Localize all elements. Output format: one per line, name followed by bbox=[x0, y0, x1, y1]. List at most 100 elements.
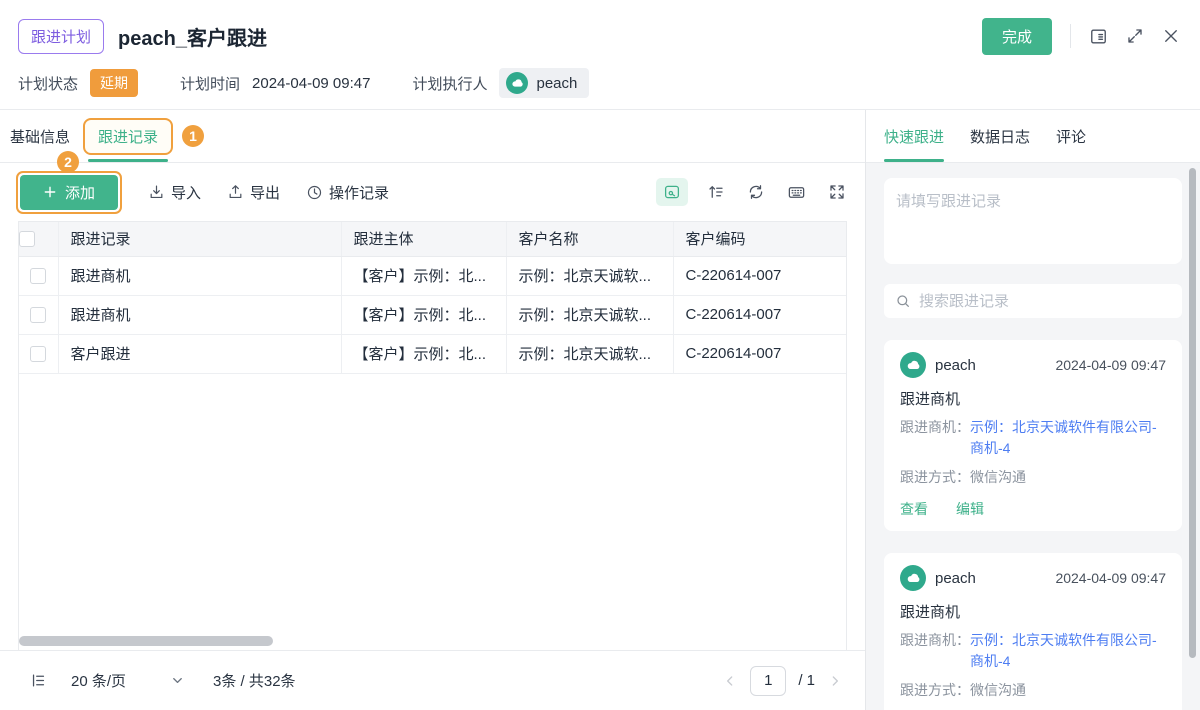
executor-pill[interactable]: peach bbox=[499, 68, 589, 98]
close-icon[interactable] bbox=[1162, 27, 1180, 45]
tab-comments[interactable]: 评论 bbox=[1056, 110, 1086, 162]
edit-link[interactable]: 编辑 bbox=[956, 499, 984, 519]
search-input[interactable] bbox=[919, 293, 1171, 310]
active-tab-underline bbox=[884, 159, 944, 162]
status-label: 计划状态 bbox=[18, 73, 78, 94]
row-checkbox[interactable] bbox=[30, 346, 46, 362]
cell-record-name[interactable]: 跟进商机 bbox=[58, 295, 341, 334]
done-button[interactable]: 完成 bbox=[982, 18, 1052, 55]
opportunity-link[interactable]: 示例：北京天诚软件有限公司-商机-4 bbox=[970, 417, 1166, 459]
add-button-annotation-box: 添加 bbox=[16, 171, 122, 214]
fullscreen-icon[interactable] bbox=[825, 180, 849, 204]
table-row[interactable]: 客户跟进 【客户】示例：北... 示例：北京天诚软... C-220614-00… bbox=[19, 334, 846, 373]
detail-panel-icon[interactable] bbox=[1089, 27, 1108, 46]
plan-type-badge: 跟进计划 bbox=[18, 19, 104, 54]
column-header[interactable]: 跟进主体 bbox=[341, 222, 506, 256]
clock-icon bbox=[306, 184, 323, 201]
table-footer: 20 条/页 3条 / 共32条 1 / 1 bbox=[0, 650, 865, 710]
export-button[interactable]: 导出 bbox=[227, 182, 280, 203]
page-title: peach_客户跟进 bbox=[118, 22, 267, 51]
page-size-icon[interactable] bbox=[30, 672, 47, 689]
panel-body: peach 2024-04-09 09:47 跟进商机 跟进商机： 示例：北京天… bbox=[866, 163, 1200, 710]
table-row[interactable]: 跟进商机 【客户】示例：北... 示例：北京天诚软... C-220614-00… bbox=[19, 295, 846, 334]
refresh-icon[interactable] bbox=[744, 180, 768, 204]
select-all-checkbox[interactable] bbox=[19, 231, 35, 247]
page-size-select[interactable]: 20 条/页 bbox=[71, 670, 126, 691]
cell-customer-code: C-220614-007 bbox=[673, 295, 846, 334]
side-panel: 快速跟进 数据日志 评论 bbox=[866, 110, 1200, 710]
column-header[interactable]: 客户编码 bbox=[673, 222, 846, 256]
export-icon bbox=[227, 184, 244, 201]
operation-log-button[interactable]: 操作记录 bbox=[306, 182, 389, 203]
add-button[interactable]: 添加 bbox=[20, 175, 118, 210]
tab-follow-records[interactable]: 跟进记录 bbox=[83, 118, 173, 155]
follow-record-card: peach 2024-04-09 09:47 跟进商机 跟进商机： 示例：北京天… bbox=[884, 340, 1182, 531]
cell-subject: 【客户】示例：北... bbox=[341, 295, 506, 334]
header: 跟进计划 peach_客户跟进 完成 计划状态 延期 计划时间 2024-04-… bbox=[0, 0, 1200, 110]
follow-record-textarea[interactable] bbox=[884, 178, 1182, 264]
annotation-step-2: 2 bbox=[57, 151, 79, 173]
page-number-input[interactable]: 1 bbox=[750, 666, 786, 696]
user-avatar bbox=[900, 565, 926, 591]
cell-record-name[interactable]: 客户跟进 bbox=[58, 334, 341, 373]
panel-tabbar: 快速跟进 数据日志 评论 bbox=[866, 110, 1200, 163]
horizontal-scrollbar[interactable] bbox=[19, 636, 273, 646]
quick-note-card bbox=[884, 178, 1182, 264]
chevron-down-icon[interactable] bbox=[170, 673, 185, 688]
follow-record-card: peach 2024-04-09 09:47 跟进商机 跟进商机： 示例：北京天… bbox=[884, 553, 1182, 710]
plan-meta-row: 计划状态 延期 计划时间 2024-04-09 09:47 计划执行人 peac… bbox=[18, 68, 1180, 98]
table-header-row: 跟进记录 跟进主体 客户名称 客户编码 bbox=[19, 222, 846, 256]
prev-page-icon[interactable] bbox=[722, 673, 738, 689]
records-table: 跟进记录 跟进主体 客户名称 客户编码 跟进商机 【客户】示例：北... 示例：… bbox=[18, 221, 847, 650]
tab-quick-follow[interactable]: 快速跟进 bbox=[884, 110, 944, 162]
cell-customer-name: 示例：北京天诚软... bbox=[506, 295, 673, 334]
cell-customer-name: 示例：北京天诚软... bbox=[506, 256, 673, 295]
main-area: 基础信息 跟进记录 1 2 添加 导入 bbox=[0, 110, 866, 710]
table-row[interactable]: 跟进商机 【客户】示例：北... 示例：北京天诚软... C-220614-00… bbox=[19, 256, 846, 295]
time-label: 计划时间 bbox=[180, 73, 240, 94]
cell-customer-code: C-220614-007 bbox=[673, 256, 846, 295]
search-box bbox=[884, 284, 1182, 318]
card-view-toggle-icon[interactable] bbox=[656, 178, 688, 206]
active-tab-underline bbox=[88, 159, 168, 162]
card-timestamp: 2024-04-09 09:47 bbox=[1055, 570, 1166, 586]
cell-subject: 【客户】示例：北... bbox=[341, 256, 506, 295]
column-header[interactable]: 跟进记录 bbox=[58, 222, 341, 256]
plus-icon bbox=[43, 185, 57, 199]
follow-up-plan-window: 跟进计划 peach_客户跟进 完成 计划状态 延期 计划时间 2024-04-… bbox=[0, 0, 1200, 710]
executor-name: peach bbox=[536, 75, 577, 92]
next-page-icon[interactable] bbox=[827, 673, 843, 689]
cell-subject: 【客户】示例：北... bbox=[341, 334, 506, 373]
row-checkbox[interactable] bbox=[30, 268, 46, 284]
card-username: peach bbox=[935, 357, 976, 374]
cell-customer-name: 示例：北京天诚软... bbox=[506, 334, 673, 373]
column-header[interactable]: 客户名称 bbox=[506, 222, 673, 256]
pagination: 1 / 1 bbox=[722, 666, 843, 696]
card-field-label: 跟进方式： bbox=[900, 680, 970, 701]
total-pages: / 1 bbox=[798, 672, 815, 689]
vertical-scrollbar[interactable] bbox=[1189, 168, 1196, 658]
display-order-icon[interactable] bbox=[704, 180, 728, 204]
header-divider bbox=[1070, 24, 1071, 48]
main-tabbar: 基础信息 跟进记录 1 2 bbox=[0, 110, 865, 163]
user-avatar bbox=[506, 72, 528, 94]
tab-basic-info[interactable]: 基础信息 bbox=[10, 126, 70, 147]
record-count: 3条 / 共32条 bbox=[213, 670, 296, 691]
opportunity-link[interactable]: 示例：北京天诚软件有限公司-商机-4 bbox=[970, 630, 1166, 672]
table-toolbar: 添加 导入 导出 操作记录 bbox=[0, 163, 865, 221]
card-field-label: 跟进商机： bbox=[900, 630, 970, 672]
card-field-label: 跟进商机： bbox=[900, 417, 970, 459]
row-checkbox[interactable] bbox=[30, 307, 46, 323]
card-field-value: 微信沟通 bbox=[970, 680, 1026, 701]
view-link[interactable]: 查看 bbox=[900, 499, 928, 519]
tab-data-log[interactable]: 数据日志 bbox=[970, 110, 1030, 162]
import-button[interactable]: 导入 bbox=[148, 182, 201, 203]
cell-record-name[interactable]: 跟进商机 bbox=[58, 256, 341, 295]
keyboard-icon[interactable] bbox=[784, 180, 809, 205]
expand-window-icon[interactable] bbox=[1126, 27, 1144, 45]
card-username: peach bbox=[935, 570, 976, 587]
card-timestamp: 2024-04-09 09:47 bbox=[1055, 357, 1166, 373]
search-icon bbox=[895, 293, 911, 309]
cell-customer-code: C-220614-007 bbox=[673, 334, 846, 373]
user-avatar bbox=[900, 352, 926, 378]
